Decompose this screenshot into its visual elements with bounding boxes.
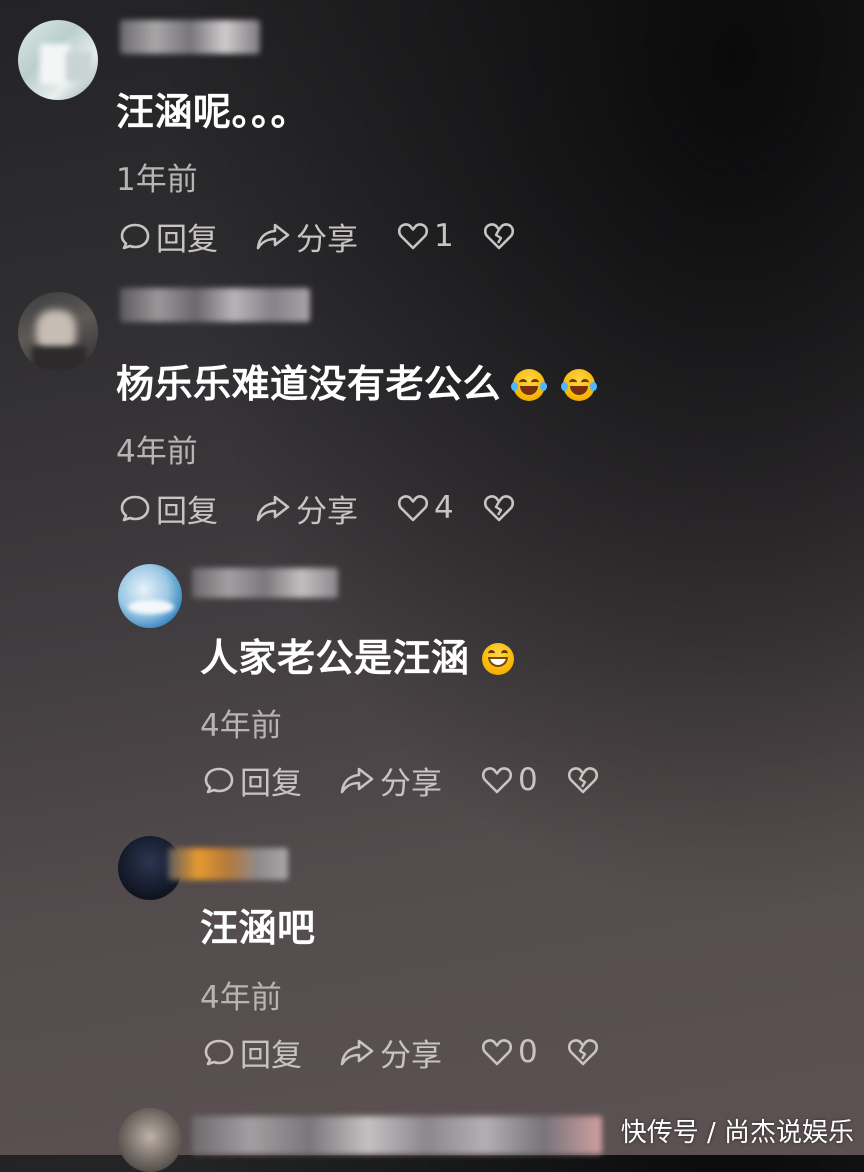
username-blurred[interactable]: [120, 288, 310, 322]
avatar[interactable]: [118, 1108, 182, 1172]
like-count: 1: [434, 218, 454, 254]
avatar[interactable]: [18, 292, 98, 372]
share-label: 分享: [296, 221, 358, 258]
speech-bubble-icon: [204, 1039, 234, 1066]
comment-text: 汪涵呢。。。: [116, 90, 310, 134]
reply-label: 回复: [240, 765, 302, 802]
like-count: 4: [434, 490, 454, 526]
speech-bubble-icon: [120, 223, 150, 250]
speech-bubble-icon: [120, 495, 150, 522]
broken-heart-icon: [483, 223, 515, 250]
username-blurred[interactable]: [192, 568, 338, 598]
like-count: 0: [518, 1034, 538, 1070]
reply-label: 回复: [240, 1037, 302, 1074]
avatar[interactable]: [118, 564, 182, 628]
comment-text: 人家老公是汪涵: [200, 636, 514, 680]
comment-actions: 回复 分享 0: [202, 758, 606, 803]
dislike-button[interactable]: [566, 1035, 606, 1069]
comment-time: 4年前: [200, 980, 282, 1016]
share-arrow-icon: [256, 495, 290, 522]
share-arrow-icon: [340, 767, 374, 794]
heart-outline-icon: [397, 495, 429, 522]
tears-of-joy-emoji: [511, 368, 548, 401]
like-button[interactable]: 0: [480, 1034, 566, 1070]
speech-bubble-icon: [204, 767, 234, 794]
broken-heart-icon: [567, 1039, 599, 1066]
comment-item: 杨乐乐难道没有老公么 4年前 回复 分享 4: [0, 270, 864, 542]
share-button[interactable]: 分享: [338, 1030, 480, 1075]
reply-button[interactable]: 回复: [202, 758, 338, 803]
comment-text-content: 杨乐乐难道没有老公么: [116, 362, 502, 406]
dislike-button[interactable]: [482, 491, 522, 525]
heart-outline-icon: [481, 767, 513, 794]
comment-actions: 回复 分享 4: [118, 486, 522, 531]
like-button[interactable]: 0: [480, 762, 566, 798]
share-button[interactable]: 分享: [338, 758, 480, 803]
share-arrow-icon: [256, 223, 290, 250]
reply-button[interactable]: 回复: [118, 486, 254, 531]
comment-actions: 回复 分享 0: [202, 1030, 606, 1075]
reply-button[interactable]: 回复: [118, 214, 254, 259]
avatar[interactable]: [18, 20, 98, 100]
heart-outline-icon: [397, 223, 429, 250]
tears-of-joy-emoji: [561, 368, 598, 401]
dislike-button[interactable]: [482, 219, 522, 253]
broken-heart-icon: [567, 767, 599, 794]
share-button[interactable]: 分享: [254, 214, 396, 259]
heart-outline-icon: [481, 1039, 513, 1066]
reply-label: 回复: [156, 221, 218, 258]
share-button[interactable]: 分享: [254, 486, 396, 531]
share-label: 分享: [380, 765, 442, 802]
like-button[interactable]: 1: [396, 218, 482, 254]
comment-item: 汪涵呢。。。 1年前 回复 分享 1: [0, 0, 864, 270]
username-blurred[interactable]: [192, 1116, 602, 1154]
reply-button[interactable]: 回复: [202, 1030, 338, 1075]
watermark: 快传号 / 尚杰说娱乐: [620, 1118, 854, 1148]
like-button[interactable]: 4: [396, 490, 482, 526]
reply-label: 回复: [156, 493, 218, 530]
share-label: 分享: [296, 493, 358, 530]
comment-time: 4年前: [116, 434, 198, 470]
comment-text: 杨乐乐难道没有老公么: [116, 362, 598, 406]
comment-time: 4年前: [200, 708, 282, 744]
comment-time: 1年前: [116, 162, 198, 198]
share-label: 分享: [380, 1037, 442, 1074]
reply-comment-item: 人家老公是汪涵 4年前 回复 分享 0: [0, 542, 864, 814]
grinning-emoji: [481, 642, 514, 675]
comment-text-content: 人家老公是汪涵: [200, 636, 470, 680]
share-arrow-icon: [340, 1039, 374, 1066]
comment-actions: 回复 分享 1: [118, 214, 522, 259]
comment-text: 汪涵吧: [200, 906, 316, 950]
dislike-button[interactable]: [566, 763, 606, 797]
reply-comment-item: 汪涵吧 4年前 回复 分享 0: [0, 814, 864, 1086]
broken-heart-icon: [483, 495, 515, 522]
username-blurred[interactable]: [120, 20, 260, 54]
like-count: 0: [518, 762, 538, 798]
username-blurred[interactable]: [168, 848, 288, 880]
